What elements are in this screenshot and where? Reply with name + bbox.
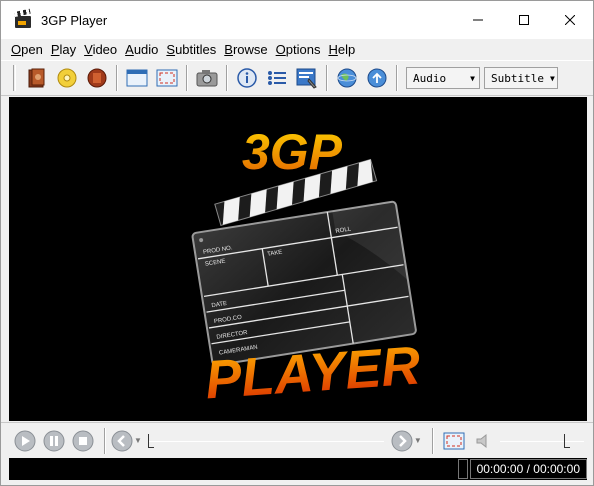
- open-file-icon: [28, 68, 45, 88]
- app-logo-icon: [13, 8, 33, 28]
- open-file-button[interactable]: [23, 64, 51, 92]
- menu-open[interactable]: Open: [7, 42, 47, 57]
- toolbar-separator: [396, 65, 398, 91]
- play-button[interactable]: [13, 429, 37, 453]
- playlist-icon: [268, 71, 286, 85]
- menu-browse[interactable]: Browse: [220, 42, 271, 57]
- info-icon: [237, 68, 257, 88]
- minimize-button[interactable]: [455, 1, 501, 39]
- chevron-down-icon: ▼: [470, 73, 475, 83]
- volume-slider[interactable]: [499, 431, 584, 451]
- menu-play[interactable]: Play: [47, 42, 80, 57]
- close-button[interactable]: [547, 1, 593, 39]
- window-icon: [126, 69, 148, 87]
- fullscreen-icon: [156, 69, 178, 87]
- title-bar: 3GP Player: [1, 1, 593, 39]
- pause-icon: [43, 430, 65, 451]
- next-button[interactable]: [390, 429, 414, 453]
- play-icon: [14, 430, 36, 451]
- seek-bar[interactable]: [147, 431, 384, 451]
- stop-icon: [72, 430, 94, 451]
- stop-button[interactable]: [71, 429, 95, 453]
- audio-select[interactable]: Audio ▼: [406, 67, 480, 89]
- web-globe-icon: [337, 68, 357, 88]
- app-window: 3GP Player Open Play Video Audio Subtitl…: [0, 0, 594, 486]
- volume-thumb[interactable]: [563, 433, 570, 448]
- pause-button[interactable]: [42, 429, 66, 453]
- maximize-icon: [519, 15, 529, 25]
- previous-button[interactable]: [110, 429, 134, 453]
- previous-icon: [111, 430, 133, 451]
- seek-thumb[interactable]: [147, 433, 154, 448]
- open-url-button[interactable]: [83, 64, 111, 92]
- controls-separator: [431, 427, 434, 454]
- menu-bar: Open Play Video Audio Subtitles Browse O…: [1, 39, 593, 60]
- screenshot-camera-icon: [196, 70, 218, 87]
- window-title: 3GP Player: [41, 12, 108, 28]
- toolbar: Audio ▼ Subtitle ▼: [1, 60, 593, 96]
- minimize-icon: [473, 19, 483, 21]
- menu-help[interactable]: Help: [324, 42, 359, 57]
- maximize-button[interactable]: [501, 1, 547, 39]
- settings-button[interactable]: [293, 64, 321, 92]
- toolbar-separator: [326, 65, 328, 91]
- chevron-down-icon: ▼: [549, 73, 555, 83]
- toolbar-grip[interactable]: [13, 65, 16, 91]
- speaker-icon: [476, 433, 487, 448]
- menu-audio[interactable]: Audio: [121, 42, 162, 57]
- menu-options[interactable]: Options: [272, 42, 325, 57]
- fullscreen-button[interactable]: [153, 64, 181, 92]
- video-area[interactable]: 3GP PROD NO. TAKE ROLL SCENE DATE PROD.C…: [9, 97, 587, 421]
- web-button[interactable]: [333, 64, 361, 92]
- close-icon: [565, 15, 575, 25]
- seek-track: [147, 440, 384, 442]
- info-button[interactable]: [233, 64, 261, 92]
- open-disc-button[interactable]: [53, 64, 81, 92]
- open-url-icon: [87, 68, 107, 88]
- settings-icon: [296, 68, 317, 89]
- volume-track: [499, 440, 584, 442]
- splash-logo: 3GP PROD NO. TAKE ROLL SCENE DATE PROD.C…: [191, 124, 422, 410]
- next-icon: [391, 430, 413, 451]
- time-display: 00:00:00 / 00:00:00: [469, 459, 587, 479]
- audio-select-label: Audio: [413, 71, 447, 85]
- window-mode-button[interactable]: [123, 64, 151, 92]
- subtitle-select-label: Subtitle: [491, 71, 544, 85]
- update-button[interactable]: [363, 64, 391, 92]
- aspect-ratio-button[interactable]: [442, 429, 466, 453]
- update-globe-icon: [367, 68, 387, 88]
- fullscreen-icon: [443, 432, 465, 449]
- open-disc-icon: [57, 68, 77, 88]
- chevron-down-icon[interactable]: ▼: [414, 436, 422, 445]
- menu-video[interactable]: Video: [80, 42, 121, 57]
- subtitle-select[interactable]: Subtitle ▼: [484, 67, 558, 89]
- toolbar-separator: [186, 65, 188, 91]
- mute-button[interactable]: [471, 429, 495, 453]
- status-indicator: [457, 459, 468, 479]
- screenshot-button[interactable]: [193, 64, 221, 92]
- toolbar-separator: [226, 65, 228, 91]
- playback-controls: ▼ ▼: [1, 422, 593, 458]
- toolbar-separator: [116, 65, 118, 91]
- chevron-down-icon[interactable]: ▼: [134, 436, 142, 445]
- clapperboard: PROD NO. TAKE ROLL SCENE DATE PROD.CO DI…: [191, 158, 417, 367]
- playlist-button[interactable]: [263, 64, 291, 92]
- menu-subtitles[interactable]: Subtitles: [162, 42, 220, 57]
- controls-separator: [104, 427, 106, 454]
- status-bar: 00:00:00 / 00:00:00: [9, 458, 587, 480]
